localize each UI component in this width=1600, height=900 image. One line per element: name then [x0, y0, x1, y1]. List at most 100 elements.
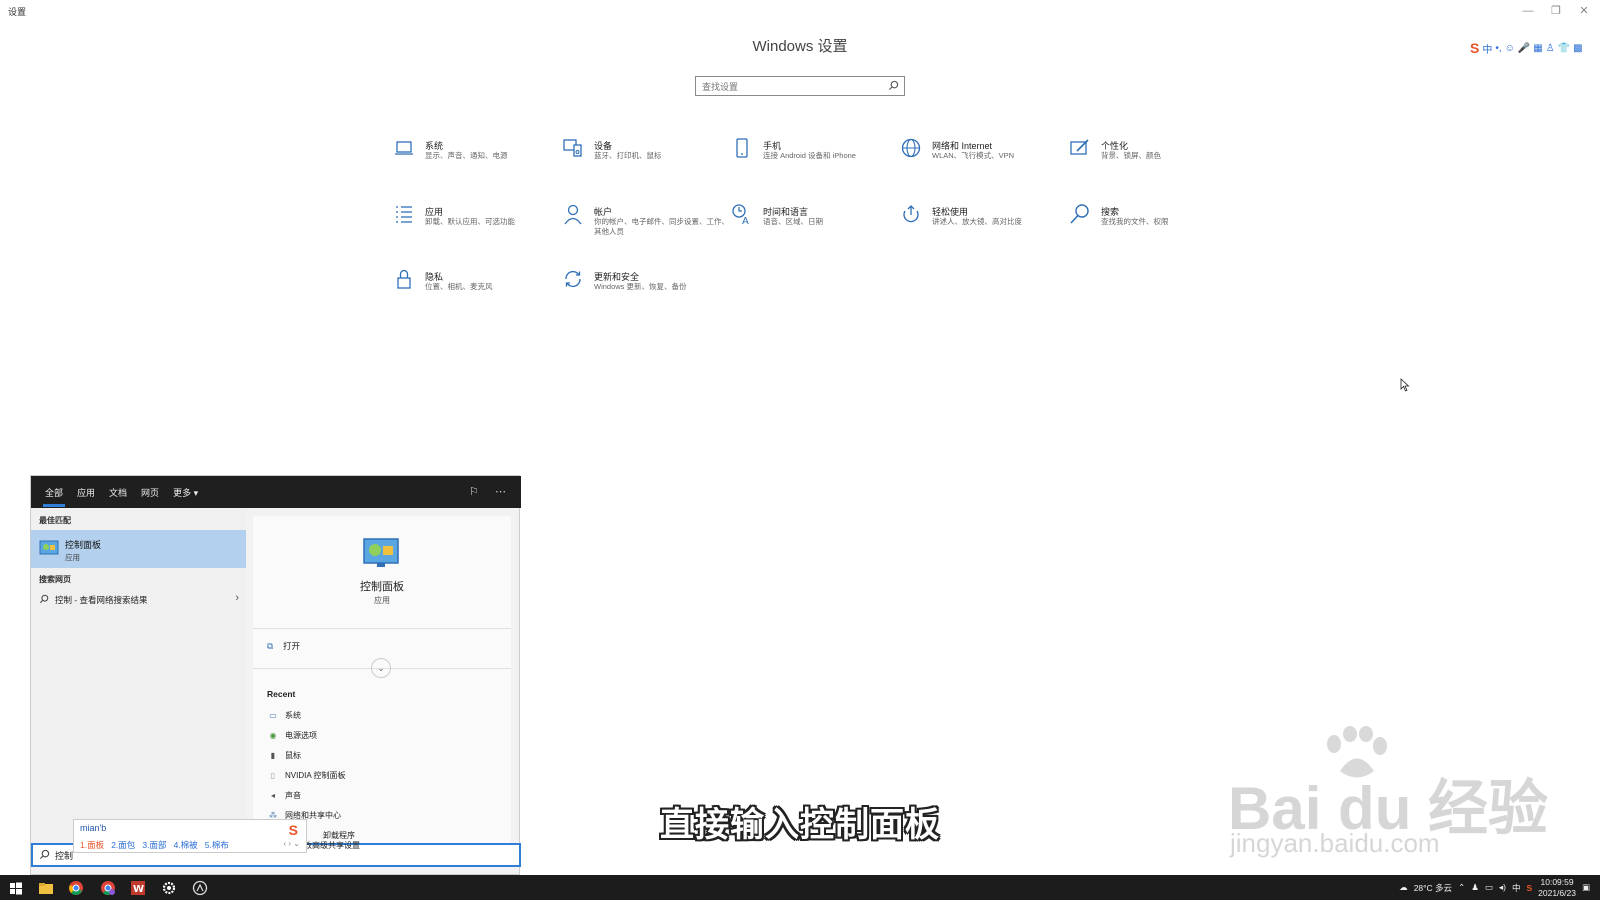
- search-icon: [39, 594, 49, 604]
- power-options-icon: ◉: [269, 731, 277, 740]
- chevron-right-icon: ›: [235, 592, 239, 604]
- tab-all[interactable]: 全部: [42, 486, 66, 507]
- svg-text:W: W: [133, 884, 144, 895]
- tile-system[interactable]: 系统 显示、声音、通知、电源: [393, 137, 553, 177]
- person-icon: [564, 204, 582, 225]
- close-button[interactable]: ✕: [1570, 3, 1598, 19]
- app-title: 设置: [8, 7, 27, 17]
- system-tray: ☁ 28°C 多云 ⌃ ♟ ▭ ◂) 中 S 10:09:59 2021/6/23…: [1399, 875, 1600, 900]
- devices-icon: [563, 139, 582, 157]
- title-bar: 设置 — ❐ ✕: [0, 0, 1600, 22]
- network-icon[interactable]: ▭: [1485, 882, 1493, 893]
- system-icon: ▭: [269, 711, 277, 720]
- ime-punct-icon[interactable]: •,: [1495, 43, 1501, 54]
- taskbar: W ☁ 28°C 多云 ⌃ ♟ ▭ ◂) 中 S 10:09:59 2021/6/…: [0, 875, 1600, 900]
- sogou-logo-icon[interactable]: S: [1470, 40, 1479, 56]
- detail-title: 控制面板: [360, 581, 404, 593]
- tile-apps[interactable]: 应用 卸载、默认应用、可选功能: [393, 203, 553, 243]
- feedback-icon[interactable]: ⚐: [469, 485, 479, 498]
- settings-search-input[interactable]: [696, 78, 876, 96]
- ime-toolbox-icon[interactable]: ▩: [1573, 43, 1582, 54]
- recent-header: Recent: [267, 689, 296, 699]
- open-action[interactable]: ⧉ 打开: [267, 640, 300, 652]
- ime-emoji-icon[interactable]: ☺: [1505, 43, 1515, 54]
- ime-user-icon[interactable]: ♙: [1546, 43, 1555, 54]
- clock[interactable]: 10:09:59 2021/6/23: [1538, 877, 1576, 899]
- ime-toolbar[interactable]: S 中 •, ☺ 🎤 ▦ ♙ 👕 ▩: [1470, 40, 1583, 56]
- minimize-button[interactable]: —: [1514, 3, 1542, 19]
- search-query[interactable]: 控制: [55, 849, 73, 862]
- ime-mode-icon[interactable]: 中: [1482, 41, 1492, 56]
- page-title: Windows 设置: [752, 38, 848, 55]
- tile-personalization[interactable]: 个性化 背景、锁屏、颜色: [1069, 137, 1229, 177]
- control-panel-large-icon: [363, 538, 399, 567]
- result-detail-pane: 控制面板 应用 ⧉ 打开 ⌄ Recent ▭ 系统 ◉ 电源选项 ▮ 鼠标 ▯ NVID…: [253, 516, 511, 843]
- notification-icon[interactable]: ▣: [1582, 882, 1590, 893]
- volume-icon[interactable]: ◂): [1499, 882, 1506, 893]
- ime-voice-icon[interactable]: 🎤: [1518, 43, 1530, 54]
- chevron-up-icon[interactable]: ⌃: [1458, 882, 1465, 893]
- tile-network[interactable]: 网络和 Internet WLAN、飞行模式、VPN: [900, 137, 1060, 177]
- web-search-item[interactable]: 控制 - 查看网络搜索结果 ›: [39, 592, 239, 608]
- recent-item[interactable]: ▯ NVIDIA 控制面板: [267, 770, 346, 784]
- recent-item[interactable]: ◉ 电源选项: [267, 730, 318, 744]
- sync-icon: [565, 271, 581, 287]
- tile-accounts[interactable]: 帐户 你的帐户、电子邮件、同步设置、工作、其他人员: [562, 203, 729, 243]
- web-search-header: 搜索网页: [39, 575, 71, 584]
- weather-text[interactable]: 28°C 多云: [1414, 882, 1452, 894]
- tab-documents[interactable]: 文档: [109, 486, 127, 499]
- ime-skin-icon[interactable]: 👕: [1558, 43, 1570, 54]
- more-options-icon[interactable]: ⋯: [495, 485, 506, 498]
- ease-of-access-icon: [903, 205, 919, 223]
- tile-privacy[interactable]: 隐私 位置、相机、麦克风: [393, 268, 553, 308]
- settings-gear-icon[interactable]: [161, 880, 177, 896]
- expand-chevron-icon[interactable]: ⌄: [371, 658, 391, 678]
- personalize-icon: [1070, 139, 1089, 155]
- windows-start-icon[interactable]: [8, 880, 24, 896]
- settings-search[interactable]: [695, 76, 905, 96]
- watermark-url: jingyan.baidu.com: [1230, 828, 1440, 858]
- tile-search[interactable]: 搜索 查找我的文件、权限: [1069, 203, 1229, 243]
- chrome-profile-icon[interactable]: [100, 880, 116, 896]
- mouse-icon: ▮: [270, 751, 276, 760]
- tab-more[interactable]: 更多 ▾: [173, 486, 198, 499]
- document-icon: ▯: [270, 771, 276, 780]
- app-icon[interactable]: [192, 880, 208, 896]
- tray-user-icon[interactable]: ♟: [1471, 882, 1479, 893]
- lock-icon: [397, 269, 411, 289]
- recent-item[interactable]: ▮ 鼠标: [267, 750, 301, 764]
- search-icon: [39, 849, 50, 860]
- wps-icon[interactable]: W: [130, 880, 146, 896]
- tile-phone[interactable]: 手机 连接 Android 设备和 iPhone: [731, 137, 891, 177]
- tile-update-security[interactable]: 更新和安全 Windows 更新、恢复、备份: [562, 268, 722, 308]
- magnifier-icon: [1070, 204, 1089, 224]
- sogou-tray-icon[interactable]: S: [1526, 883, 1532, 893]
- search-tabs: 全部 应用 文档 网页 更多 ▾: [42, 486, 198, 507]
- search-results-list: 最佳匹配 控制面板 应用 搜索网页 控制 - 查看网络搜索结果 ›: [31, 508, 246, 843]
- chrome-icon[interactable]: [68, 880, 84, 896]
- search-icon: [888, 80, 899, 91]
- laptop-icon: [395, 141, 413, 155]
- open-icon: ⧉: [267, 641, 274, 651]
- tile-devices[interactable]: 设备 蓝牙、打印机、鼠标: [562, 137, 722, 177]
- tab-web[interactable]: 网页: [141, 486, 159, 499]
- ime-keyboard-icon[interactable]: ▦: [1533, 43, 1542, 54]
- file-explorer-icon[interactable]: [38, 880, 54, 896]
- best-match-header: 最佳匹配: [39, 516, 71, 525]
- time-language-icon: A: [732, 204, 749, 225]
- control-panel-icon: [39, 540, 59, 555]
- tile-time-language[interactable]: A 时间和语言 语音、区域、日期: [731, 203, 891, 243]
- apps-icon: [396, 206, 412, 223]
- cloud-icon: ☁: [1399, 882, 1408, 892]
- globe-icon: [901, 138, 921, 158]
- phone-icon: [736, 138, 748, 158]
- ime-indicator[interactable]: 中: [1512, 882, 1521, 894]
- recent-item[interactable]: ▭ 系统: [267, 710, 301, 724]
- mouse-cursor-icon: [1400, 378, 1410, 392]
- detail-subtitle: 应用: [374, 596, 390, 605]
- tab-apps[interactable]: 应用: [77, 486, 95, 499]
- restore-button[interactable]: ❐: [1542, 3, 1570, 19]
- svg-text:A: A: [742, 216, 749, 225]
- best-match-control-panel[interactable]: 控制面板 应用: [31, 530, 246, 568]
- tile-ease-of-access[interactable]: 轻松使用 讲述人、放大镜、高对比度: [900, 203, 1060, 243]
